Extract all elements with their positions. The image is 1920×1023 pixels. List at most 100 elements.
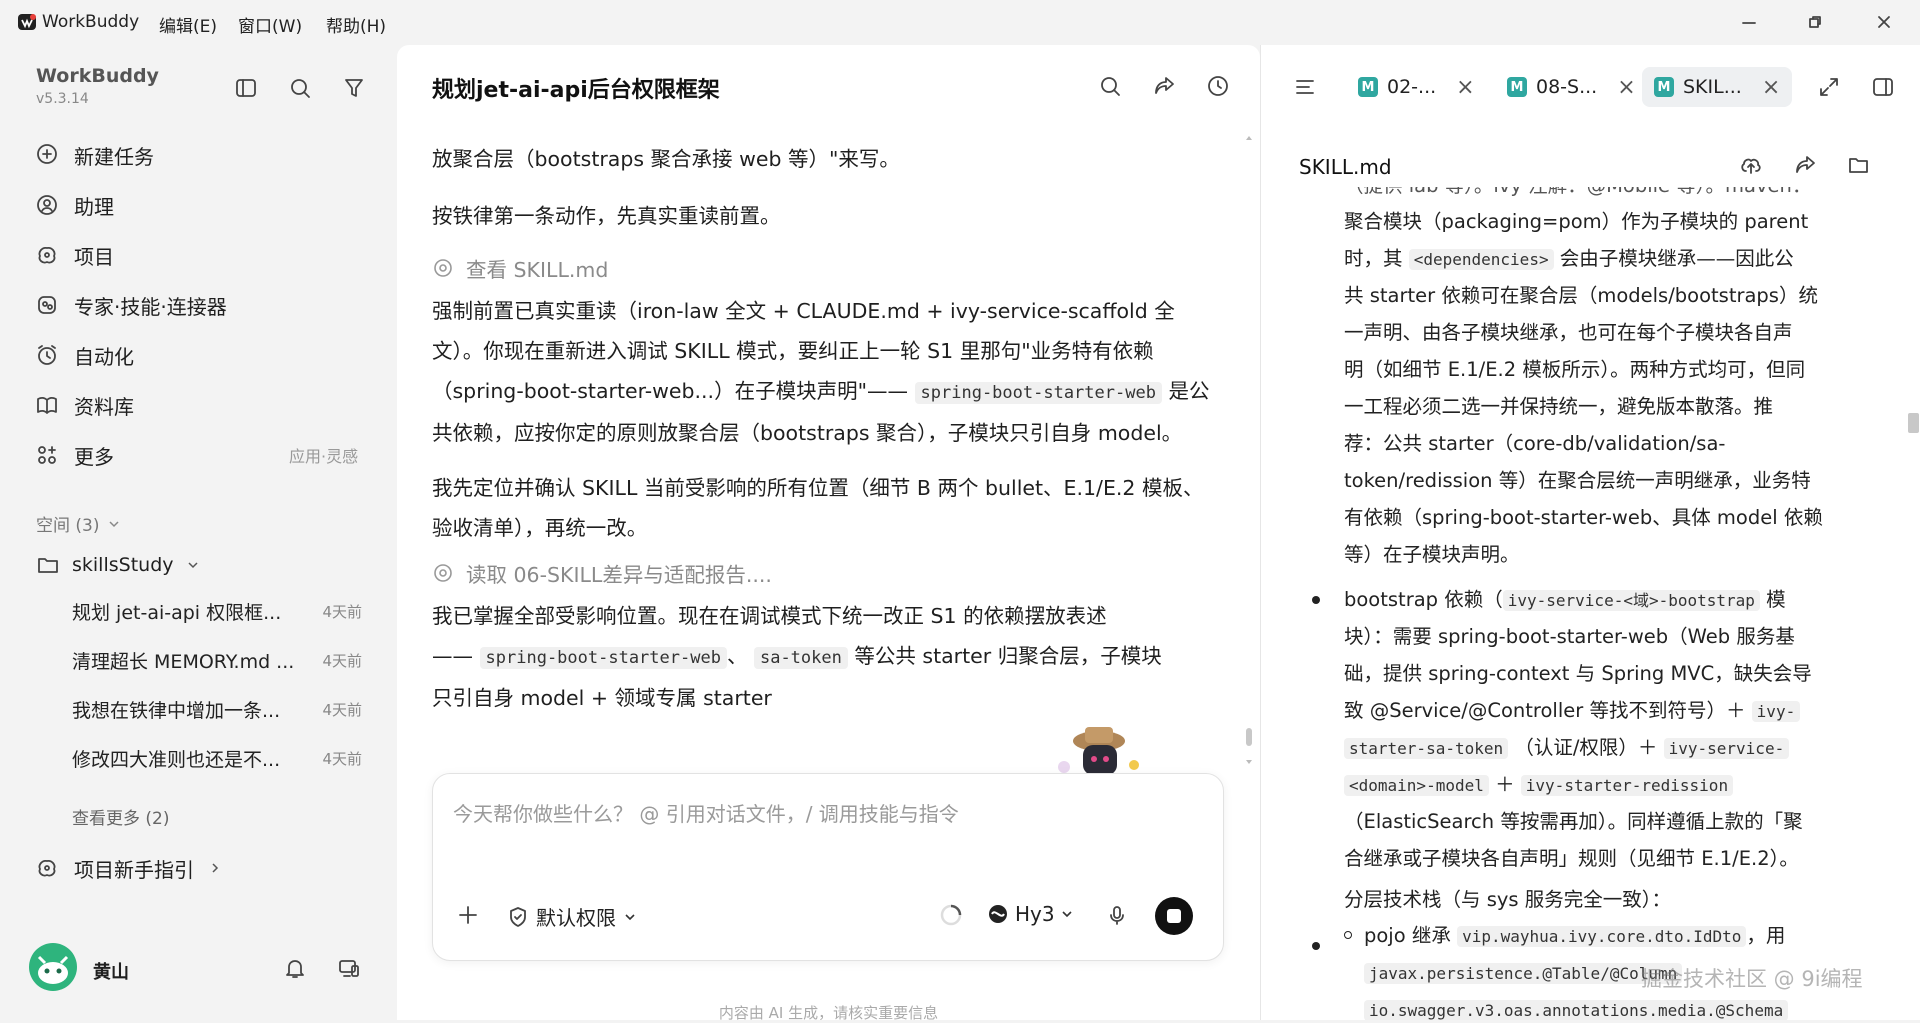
inline-code: starter-sa-token [1344, 738, 1509, 759]
task-item[interactable]: 修改四大准则也还是不... 4天前 [72, 740, 362, 776]
panel-toggle-icon[interactable] [1870, 74, 1896, 100]
nav-project[interactable]: 项目 [34, 235, 364, 275]
permission-label: 默认权限 [536, 906, 616, 930]
bell-icon[interactable] [282, 955, 308, 981]
stop-button[interactable] [1155, 897, 1193, 935]
search-icon[interactable] [1097, 73, 1123, 99]
message-text: 我先定位并确认 SKILL 当前受影响的所有位置（细节 B 两个 bullet、… [432, 476, 1204, 540]
scroll-down-arrow[interactable] [1245, 757, 1253, 767]
task-item[interactable]: 清理超长 MEMORY.md ... 4天前 [72, 642, 362, 678]
tab-file-skill[interactable]: M SKIL... × [1642, 67, 1793, 107]
nav-assistant[interactable]: 助理 [34, 185, 364, 225]
microphone-icon[interactable] [1104, 902, 1130, 928]
composer-input[interactable]: 今天帮你做些什么？ @ 引用对话文件，/ 调用技能与指令 [453, 798, 959, 827]
close-icon[interactable]: × [1617, 75, 1635, 100]
tool-call-view-skill[interactable]: 查看 SKILL.md [432, 253, 608, 283]
tool-call-read-report[interactable]: 读取 06-SKILL差异与适配报告.... [432, 558, 772, 588]
close-icon[interactable]: × [1762, 75, 1780, 100]
nav-expert[interactable]: 专家·技能·连接器 [34, 285, 364, 325]
more-extra-label: 应用·灵感 [289, 447, 359, 466]
chat-panel: 规划jet-ai-api后台权限框架 放聚合层（bootstraps 聚合承接 … [397, 45, 1260, 1022]
task-item[interactable]: 我想在铁律中增加一条... 4天前 [72, 691, 362, 727]
tab-file-02[interactable]: M 02-... × [1358, 67, 1475, 107]
more-icon [38, 446, 56, 464]
nav-new-task[interactable]: 新建任务 [34, 135, 364, 175]
file-title: SKILL.md [1299, 155, 1392, 179]
assistant-icon [37, 195, 57, 215]
sidebar-app-name: WorkBuddy [36, 65, 159, 87]
inline-code: ivy-service- [1663, 738, 1790, 759]
model-selector[interactable]: Hy3 [986, 902, 1075, 926]
close-icon[interactable] [1872, 10, 1896, 34]
filter-icon[interactable] [341, 75, 367, 101]
close-icon[interactable]: × [1456, 75, 1474, 100]
nav-library[interactable]: 资料库 [34, 385, 364, 425]
page-title: 规划jet-ai-api后台权限框架 [432, 78, 720, 103]
restore-icon[interactable] [1803, 10, 1827, 34]
doc-line: starter-sa-token （认证/权限）＋ ivy-service- [1344, 729, 1844, 767]
upload-icon[interactable] [1738, 152, 1764, 178]
task-title: 规划 jet-ai-api 权限框... [72, 601, 282, 624]
task-date: 4天前 [322, 651, 362, 670]
history-icon[interactable] [1205, 73, 1231, 99]
tab-label: 02-... [1387, 76, 1437, 98]
search-icon[interactable] [287, 75, 313, 101]
inline-code: ivy-starter-redission [1520, 775, 1734, 796]
model-logo-icon [989, 905, 1007, 923]
app-name: WorkBuddy [42, 12, 140, 32]
doc-text: 聚合模块（packaging=pom）作为子模块的 parent [1344, 210, 1809, 233]
scrollbar-thumb[interactable] [1908, 413, 1919, 433]
folder-skillsstudy[interactable]: skillsStudy [36, 553, 202, 577]
markdown-icon: M [1654, 77, 1674, 97]
automation-icon [38, 345, 56, 365]
add-icon[interactable] [455, 902, 481, 928]
doc-text: pojo 继承 [1364, 924, 1451, 947]
scrollbar-thumb[interactable] [1246, 728, 1252, 746]
permission-dropdown[interactable]: 默认权限 [506, 902, 638, 931]
bullet-dot [1312, 596, 1320, 604]
chevron-right-icon [212, 863, 219, 873]
library-icon [37, 397, 57, 414]
nav-label: 助理 [74, 194, 114, 219]
task-item[interactable]: 规划 jet-ai-api 权限框... 4天前 [72, 593, 362, 629]
message-list: 放聚合层（bootstraps 聚合承接 web 等）"来写。 按铁律第一条动作… [397, 125, 1260, 815]
menu-icon[interactable] [1292, 74, 1318, 100]
share-icon[interactable] [1151, 73, 1177, 99]
see-more-link[interactable]: 查看更多 (2) [72, 804, 169, 829]
nav-label: 自动化 [74, 344, 134, 369]
nav-automation[interactable]: 自动化 [34, 335, 364, 375]
expand-icon[interactable] [1816, 74, 1842, 100]
message-text: 我已掌握全部受影响位置。现在在调试模式下统一改正 S1 的依赖摆放表述 [432, 604, 1107, 628]
space-header[interactable]: 空间 (3) [36, 511, 123, 536]
task-date: 4天前 [322, 700, 362, 719]
doc-text: 一声明、由各子模块继承，也可在每个子模块各自声 [1344, 321, 1793, 344]
doc-text: bootstrap 依赖（ [1344, 588, 1503, 611]
menu-window[interactable]: 窗口(W) [238, 12, 302, 37]
doc-text: 共 starter 依赖可在聚合层（models/bootstraps）统 [1344, 284, 1818, 307]
folder-label: skillsStudy [72, 554, 174, 576]
doc-text: 时，其 [1344, 247, 1403, 270]
scroll-up-arrow[interactable] [1245, 133, 1253, 143]
menu-edit[interactable]: 编辑(E) [159, 12, 217, 37]
chevron-down-icon [109, 520, 120, 527]
menu-help[interactable]: 帮助(H) [326, 12, 386, 37]
avatar[interactable] [29, 943, 77, 991]
inline-code: ivy- [1751, 701, 1801, 722]
tab-file-08[interactable]: M 08-S... × [1507, 67, 1636, 107]
inline-code: ivy-service-<域>-bootstrap [1502, 590, 1760, 611]
project-guide[interactable]: 项目新手指引 [34, 848, 364, 888]
nav-label: 专家·技能·连接器 [74, 294, 227, 319]
sidebar-toggle-icon[interactable] [233, 75, 259, 101]
message-text: 、 [726, 644, 748, 668]
composer[interactable]: 今天帮你做些什么？ @ 引用对话文件，/ 调用技能与指令 默认权限 Hy3 [432, 773, 1224, 961]
doc-text: 分层技术栈（与 sys 服务完全一致）： [1344, 888, 1672, 911]
folder-open-icon[interactable] [1846, 152, 1872, 178]
doc-text: ，用 [1746, 924, 1786, 947]
eye-icon [434, 259, 452, 277]
inline-code: vip.wayhua.ivy.core.dto.IdDto [1457, 926, 1747, 947]
tool-call-label: 查看 SKILL.md [466, 258, 609, 282]
minimize-icon[interactable] [1737, 10, 1761, 34]
share-icon[interactable] [1792, 152, 1818, 178]
devices-icon[interactable] [336, 955, 362, 981]
message-text: 放聚合层（bootstraps 聚合承接 web 等）"来写。 [432, 147, 900, 171]
